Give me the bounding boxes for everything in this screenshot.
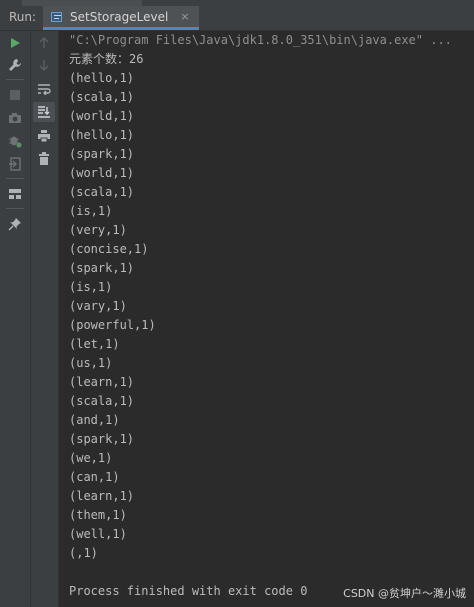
output-line: (let,1) <box>69 337 120 351</box>
run-icon <box>11 38 20 48</box>
output-line: (spark,1) <box>69 261 135 275</box>
output-line: (spark,1) <box>69 432 135 446</box>
run-config-icon <box>51 11 64 23</box>
tab-setstoragelevel[interactable]: SetStorageLevel × <box>43 6 199 30</box>
output-lines: 元素个数：26 (hello,1) (scala,1) (world,1) (h… <box>69 50 474 563</box>
output-line: 元素个数：26 <box>69 52 144 66</box>
output-line: (hello,1) <box>69 128 135 142</box>
output-line: (them,1) <box>69 508 127 522</box>
layout-icon <box>9 189 21 199</box>
stop-button[interactable] <box>4 85 26 105</box>
pin-icon <box>8 218 21 231</box>
output-line: (world,1) <box>69 109 135 123</box>
dump-threads-button[interactable] <box>4 108 26 128</box>
output-line: (world,1) <box>69 166 135 180</box>
output-line: (concise,1) <box>69 242 149 256</box>
exit-button[interactable] <box>4 154 26 174</box>
rerun-button[interactable] <box>4 33 26 53</box>
scroll-to-end-icon <box>38 106 50 118</box>
camera-icon <box>9 113 21 123</box>
print-icon <box>38 130 50 143</box>
settings-button[interactable] <box>4 55 26 75</box>
output-line: (can,1) <box>69 470 120 484</box>
layout-button[interactable] <box>4 184 26 204</box>
scroll-to-end-button[interactable] <box>33 102 55 122</box>
output-line: (very,1) <box>69 223 127 237</box>
output-line: (powerful,1) <box>69 318 156 332</box>
console-output[interactable]: "C:\Program Files\Java\jdk1.8.0_351\bin\… <box>59 31 474 607</box>
separator <box>6 178 24 179</box>
output-line: (us,1) <box>69 356 113 370</box>
output-line: (well,1) <box>69 527 127 541</box>
run-toolbar-right <box>31 31 59 607</box>
output-line: (learn,1) <box>69 375 135 389</box>
print-button[interactable] <box>33 126 55 146</box>
output-line: (is,1) <box>69 280 113 294</box>
soft-wrap-icon <box>38 84 51 95</box>
clear-all-button[interactable] <box>33 149 55 169</box>
soft-wrap-button[interactable] <box>33 79 55 99</box>
output-line: (we,1) <box>69 451 113 465</box>
separator <box>6 79 24 80</box>
output-line: (and,1) <box>69 413 120 427</box>
wrench-icon <box>9 59 21 71</box>
output-line: (is,1) <box>69 204 113 218</box>
run-toolwindow-header: Run: SetStorageLevel × <box>0 6 474 31</box>
up-stack-trace-button[interactable] <box>33 33 55 53</box>
close-icon[interactable]: × <box>180 10 189 23</box>
stop-icon <box>10 90 20 100</box>
bug-settings-icon <box>9 136 22 148</box>
arrow-up-icon <box>39 37 49 48</box>
watermark: CSDN @贫坤户～濉小城 <box>343 587 466 600</box>
exit-icon <box>9 157 21 171</box>
down-stack-trace-button[interactable] <box>33 55 55 75</box>
trash-icon <box>39 152 49 165</box>
output-line: (scala,1) <box>69 90 135 104</box>
output-line: (spark,1) <box>69 147 135 161</box>
output-line: (scala,1) <box>69 394 135 408</box>
debug-settings-button[interactable] <box>4 131 26 151</box>
command-line: "C:\Program Files\Java\jdk1.8.0_351\bin\… <box>69 33 452 47</box>
separator <box>6 208 24 209</box>
run-toolbar-left <box>0 31 31 607</box>
tab-label: SetStorageLevel <box>70 9 169 24</box>
output-line: (vary,1) <box>69 299 127 313</box>
output-line: (scala,1) <box>69 185 135 199</box>
pin-tab-button[interactable] <box>4 214 26 234</box>
run-label: Run: <box>9 10 37 24</box>
output-line: (learn,1) <box>69 489 135 503</box>
output-line: (hello,1) <box>69 71 135 85</box>
output-line: (,1) <box>69 546 98 560</box>
arrow-down-icon <box>39 60 49 71</box>
